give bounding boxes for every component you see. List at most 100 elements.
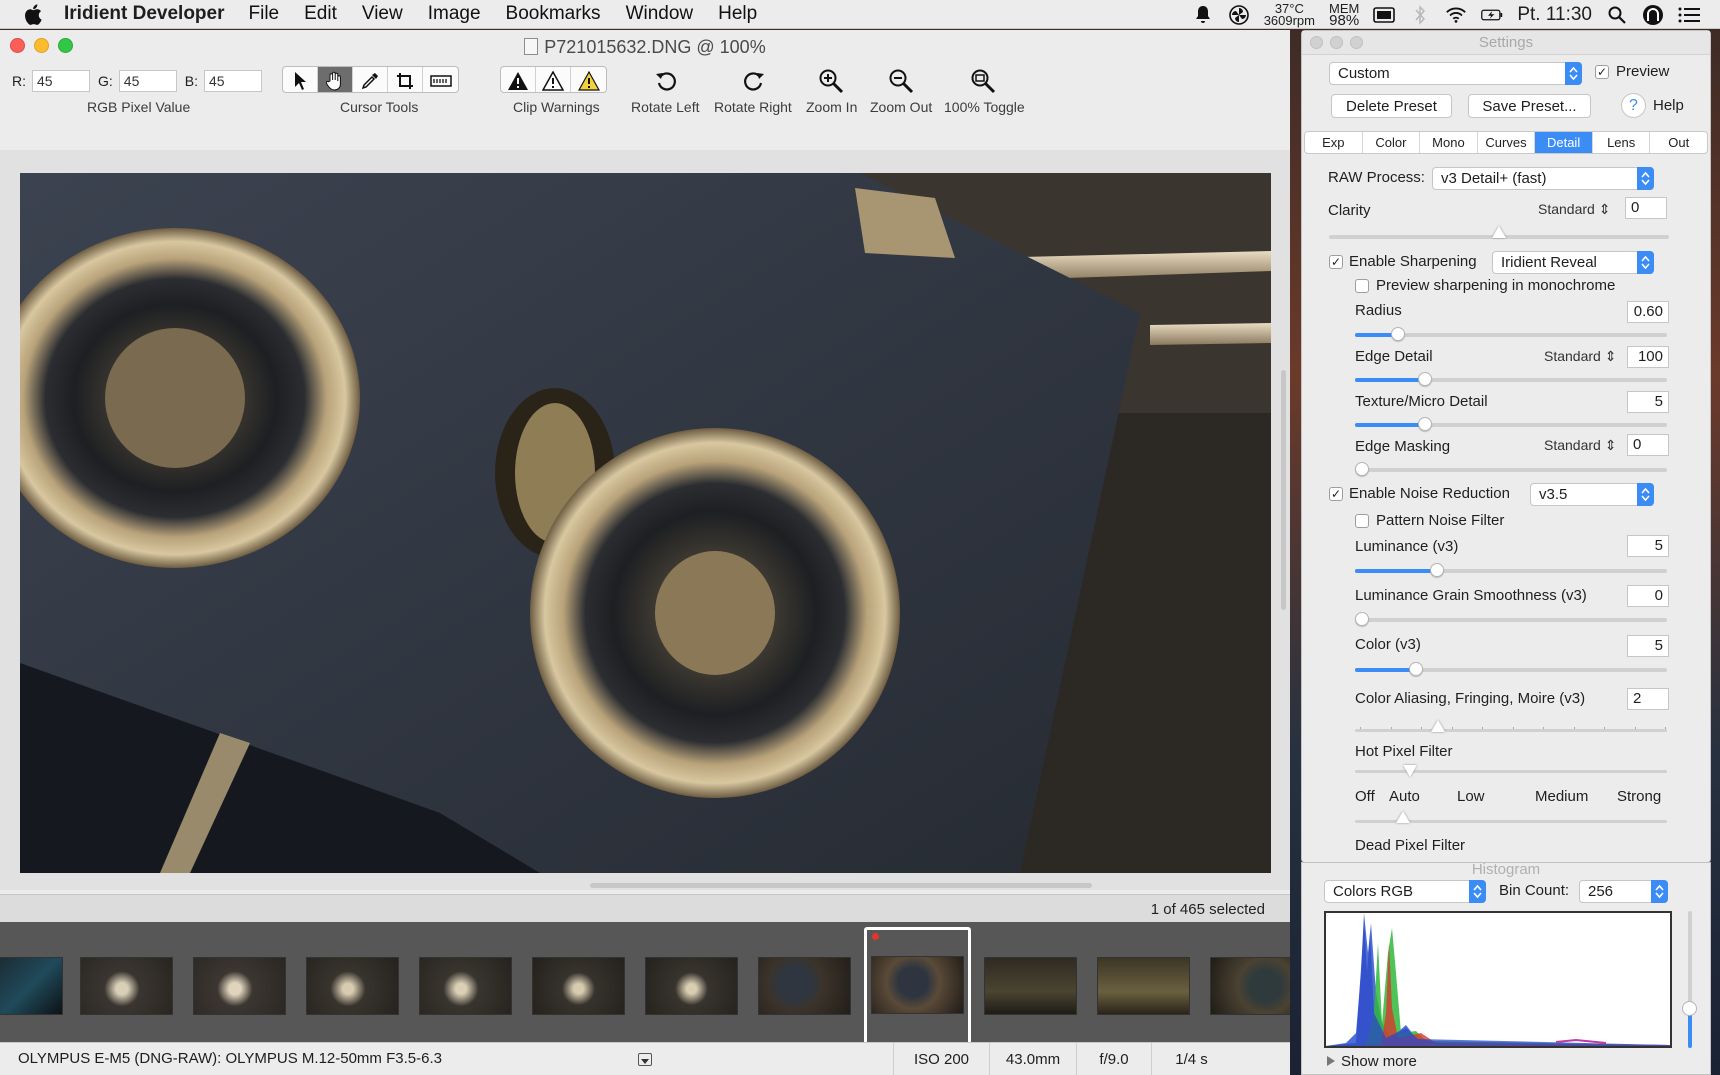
arrow-cursor-icon[interactable] bbox=[283, 67, 318, 92]
luminance-slider-knob[interactable] bbox=[1429, 563, 1444, 577]
histogram-scale-slider[interactable] bbox=[1682, 911, 1697, 1048]
filmstrip-thumbnail[interactable] bbox=[1210, 957, 1290, 1015]
bluetooth-icon[interactable] bbox=[1409, 4, 1431, 26]
preset-select[interactable]: Custom bbox=[1329, 62, 1582, 85]
color-aliasing-value-field[interactable]: 2 bbox=[1627, 688, 1669, 710]
texture-value-field[interactable]: 5 bbox=[1627, 391, 1669, 413]
filmstrip-thumbnail[interactable] bbox=[984, 957, 1077, 1015]
clarity-mode-select[interactable]: Standard ⇕ bbox=[1538, 201, 1610, 218]
tab-color[interactable]: Color bbox=[1363, 132, 1421, 153]
edge-detail-value-field[interactable]: 100 bbox=[1627, 346, 1669, 368]
app-name-menu[interactable]: Iridient Developer bbox=[64, 3, 225, 25]
rotate-left-caption[interactable]: Rotate Left bbox=[631, 99, 700, 115]
luminance-value-field[interactable]: 5 bbox=[1627, 535, 1669, 557]
bin-count-select[interactable]: 256 bbox=[1579, 880, 1668, 903]
filmstrip[interactable] bbox=[0, 922, 1290, 1055]
straighten-icon[interactable] bbox=[423, 67, 458, 92]
preview-mono-checkbox[interactable] bbox=[1355, 279, 1369, 293]
zoom-out-icon[interactable] bbox=[886, 66, 916, 96]
enable-sharpening-checkbox[interactable]: ✓ bbox=[1329, 255, 1343, 269]
tab-mono[interactable]: Mono bbox=[1420, 132, 1478, 153]
clip-warning-white-icon[interactable] bbox=[536, 67, 571, 92]
luminance-slider[interactable] bbox=[1355, 563, 1667, 577]
filmstrip-thumbnail[interactable] bbox=[193, 957, 286, 1015]
hot-pixel-scale-slider[interactable] bbox=[1355, 811, 1667, 823]
hot-pixel-scale-slider-knob[interactable] bbox=[1396, 811, 1410, 823]
clarity-slider-knob[interactable] bbox=[1492, 226, 1506, 238]
battery-icon[interactable] bbox=[1481, 4, 1503, 26]
clarity-value-field[interactable]: 0 bbox=[1625, 197, 1667, 219]
grain-smoothness-slider[interactable] bbox=[1355, 612, 1667, 626]
color-noise-slider[interactable] bbox=[1355, 662, 1667, 676]
radius-slider-knob[interactable] bbox=[1390, 327, 1405, 341]
edge-masking-mode-select[interactable]: Standard ⇕ bbox=[1544, 437, 1616, 454]
edge-masking-slider-knob[interactable] bbox=[1355, 462, 1369, 476]
photo-preview[interactable] bbox=[20, 173, 1271, 873]
hot-pixel-slider-knob[interactable] bbox=[1403, 765, 1417, 777]
filmstrip-thumbnail[interactable] bbox=[532, 957, 625, 1015]
grain-smoothness-slider-knob[interactable] bbox=[1355, 612, 1369, 626]
notification-center-icon[interactable] bbox=[1678, 4, 1700, 26]
raw-process-select[interactable]: v3 Detail+ (fast) bbox=[1432, 167, 1654, 190]
vertical-scrollbar[interactable] bbox=[1281, 370, 1286, 610]
menu-file[interactable]: File bbox=[249, 3, 280, 25]
clip-warning-color-icon[interactable] bbox=[571, 67, 606, 92]
color-aliasing-slider[interactable] bbox=[1355, 720, 1667, 732]
fan-icon[interactable] bbox=[1228, 4, 1250, 26]
menu-image[interactable]: Image bbox=[428, 3, 481, 25]
image-viewer[interactable] bbox=[0, 150, 1290, 890]
memory-readout[interactable]: MEM 98% bbox=[1329, 2, 1359, 28]
menu-window[interactable]: Window bbox=[626, 3, 694, 25]
delete-preset-button[interactable]: Delete Preset bbox=[1331, 94, 1452, 118]
apple-menu-icon[interactable] bbox=[24, 3, 46, 25]
histogram-mode-select[interactable]: Colors RGB bbox=[1324, 880, 1486, 903]
edge-masking-value-field[interactable]: 0 bbox=[1627, 434, 1669, 456]
filmstrip-thumbnail[interactable] bbox=[645, 957, 738, 1015]
edge-detail-slider[interactable] bbox=[1355, 372, 1667, 386]
color-noise-value-field[interactable]: 5 bbox=[1627, 635, 1669, 657]
horizontal-scrollbar[interactable] bbox=[590, 883, 1092, 888]
rotate-left-icon[interactable] bbox=[651, 66, 681, 96]
menubar-clock[interactable]: Pt. 11:30 bbox=[1517, 4, 1592, 26]
filmstrip-thumbnail[interactable] bbox=[1097, 957, 1190, 1015]
texture-slider-knob[interactable] bbox=[1417, 417, 1432, 431]
filmstrip-thumbnail[interactable] bbox=[419, 957, 512, 1015]
filmstrip-thumbnail[interactable] bbox=[0, 957, 63, 1015]
histogram-scale-knob[interactable] bbox=[1682, 1001, 1697, 1016]
clip-warning-black-icon[interactable] bbox=[501, 67, 536, 92]
hot-pixel-slider[interactable] bbox=[1355, 765, 1667, 777]
tab-out[interactable]: Out bbox=[1650, 132, 1707, 153]
temp-fan-readout[interactable]: 37°C 3609rpm bbox=[1264, 2, 1315, 27]
radius-value-field[interactable]: 0.60 bbox=[1627, 301, 1669, 323]
hand-tool-icon[interactable] bbox=[318, 67, 353, 92]
help-icon[interactable]: ? bbox=[1621, 93, 1646, 118]
enable-noise-reduction-checkbox[interactable]: ✓ bbox=[1329, 487, 1343, 501]
wifi-icon[interactable] bbox=[1445, 4, 1467, 26]
zoom-100-toggle-icon[interactable] bbox=[968, 66, 998, 96]
save-preset-button[interactable]: Save Preset... bbox=[1468, 94, 1591, 118]
edge-detail-mode-select[interactable]: Standard ⇕ bbox=[1544, 348, 1616, 365]
tab-lens[interactable]: Lens bbox=[1593, 132, 1651, 153]
filmstrip-thumbnail[interactable] bbox=[306, 957, 399, 1015]
selected-thumbnail-frame[interactable] bbox=[864, 927, 971, 1055]
help-label[interactable]: Help bbox=[1653, 97, 1684, 114]
filmstrip-thumbnail[interactable] bbox=[758, 957, 851, 1015]
menu-edit[interactable]: Edit bbox=[304, 3, 337, 25]
color-aliasing-slider-knob[interactable] bbox=[1431, 720, 1445, 732]
filmstrip-thumbnail[interactable] bbox=[80, 957, 173, 1015]
radius-slider[interactable] bbox=[1355, 327, 1667, 341]
menu-bookmarks[interactable]: Bookmarks bbox=[506, 3, 601, 25]
show-more-toggle[interactable]: Show more bbox=[1327, 1053, 1417, 1070]
noise-version-select[interactable]: v3.5 bbox=[1530, 483, 1654, 506]
notification-bell-icon[interactable] bbox=[1192, 4, 1214, 26]
selected-thumbnail[interactable] bbox=[871, 956, 964, 1014]
zoom-out-caption[interactable]: Zoom Out bbox=[870, 99, 932, 115]
clarity-slider[interactable] bbox=[1329, 226, 1669, 239]
rotate-right-caption[interactable]: Rotate Right bbox=[714, 99, 792, 115]
spotlight-search-icon[interactable] bbox=[1606, 4, 1628, 26]
preview-checkbox[interactable]: ✓ bbox=[1595, 65, 1609, 79]
tab-exp[interactable]: Exp bbox=[1305, 132, 1363, 153]
status-menu-icon[interactable] bbox=[638, 1053, 652, 1066]
display-icon[interactable] bbox=[1373, 4, 1396, 26]
sharpening-method-select[interactable]: Iridient Reveal bbox=[1492, 251, 1654, 274]
